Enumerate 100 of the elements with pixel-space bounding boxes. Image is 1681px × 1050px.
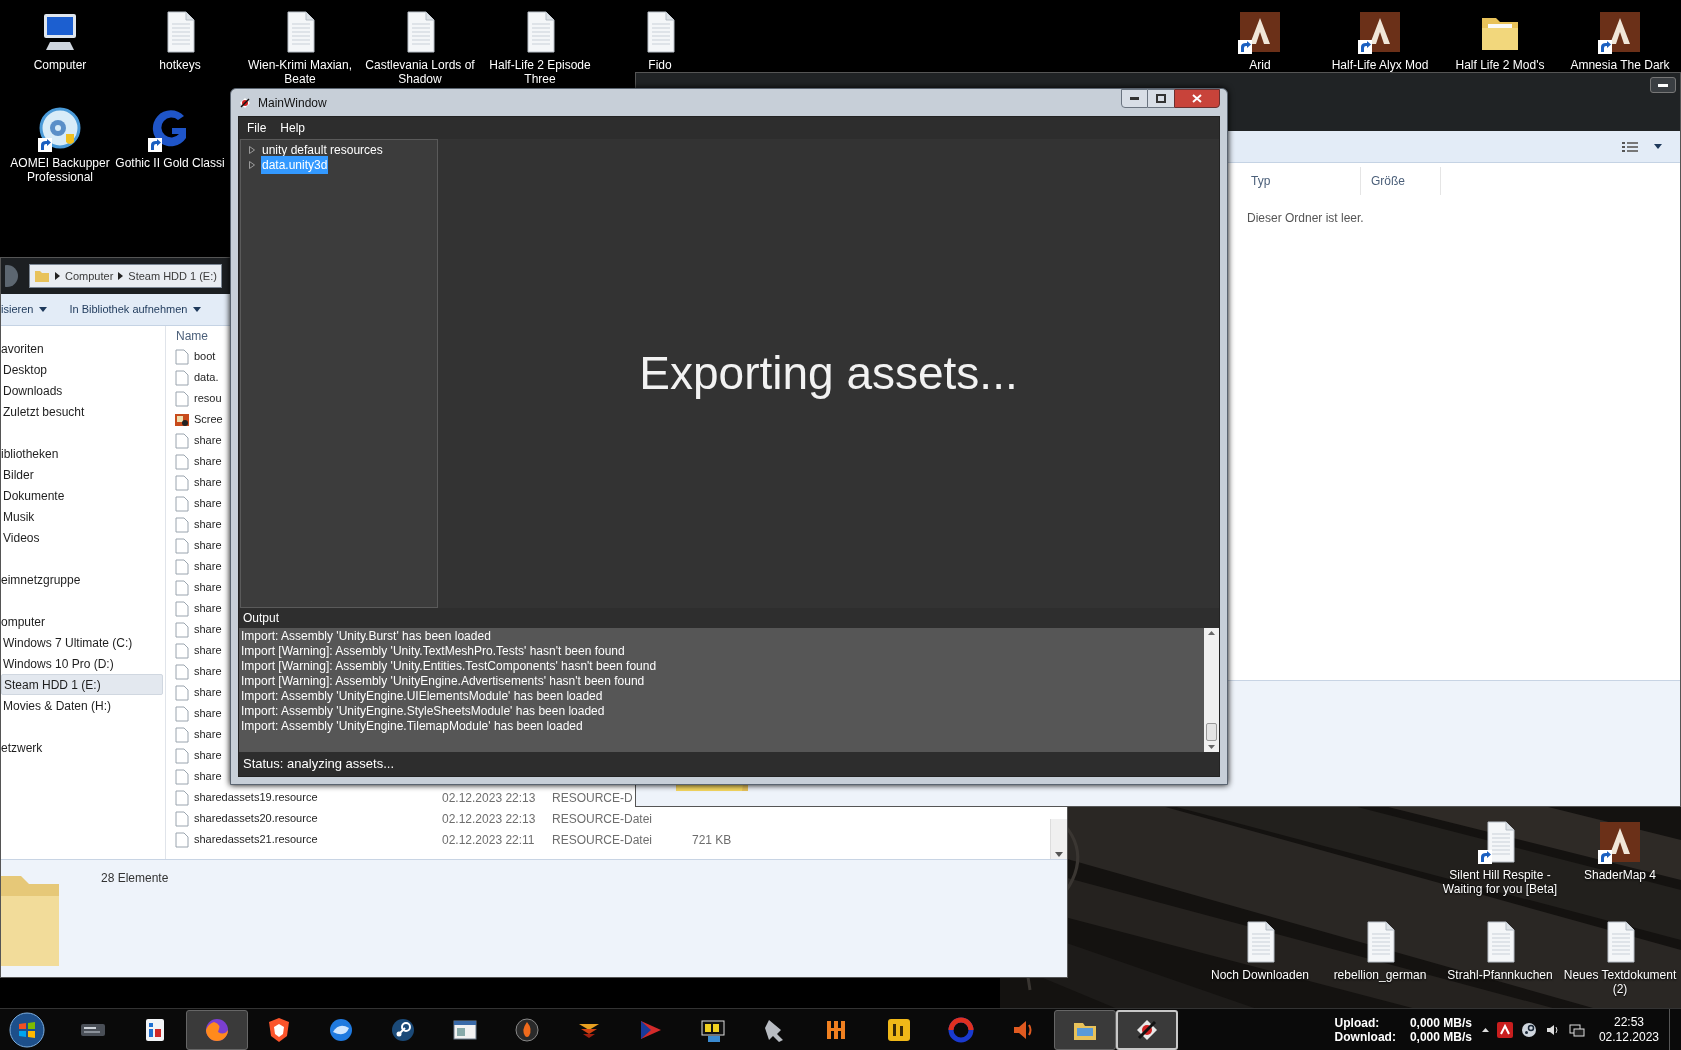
file-name[interactable]: share [194, 474, 222, 491]
nav-group[interactable]: omputer [1, 611, 165, 632]
nav-item[interactable]: Windows 7 Ultimate (C:) [1, 632, 163, 653]
nav-item[interactable]: Steam HDD 1 (E:) [1, 674, 163, 695]
icon-label: Computer [33, 58, 87, 72]
file-name[interactable]: share [194, 432, 222, 449]
minimize-button[interactable] [1121, 89, 1148, 108]
file-name[interactable]: share [194, 663, 222, 680]
icon-label: Gothic II Gold Classi [115, 156, 225, 170]
file-icon [174, 663, 190, 680]
taskbar-button[interactable] [186, 1009, 248, 1050]
net-label: Upload: [1334, 1015, 1381, 1030]
net-label: Download: [1334, 1029, 1396, 1044]
expander-icon[interactable] [249, 145, 255, 154]
net-speed: 0,000 MB/s [1409, 1015, 1472, 1030]
file-name[interactable]: share [194, 558, 222, 575]
icon-label: Amnesia The Dark [1570, 58, 1670, 72]
menu-item[interactable]: File [247, 119, 267, 137]
nav-item[interactable]: Desktop [1, 359, 163, 380]
expander-icon[interactable] [249, 160, 255, 169]
nav-item[interactable]: Movies & Daten (H:) [1, 695, 163, 716]
maximize-button[interactable] [1148, 89, 1174, 108]
file-name[interactable]: share [194, 705, 222, 722]
progress-message: Exporting assets... [639, 346, 1018, 401]
file-icon [174, 705, 190, 722]
scroll-down-icon[interactable] [1208, 745, 1215, 749]
nav-item[interactable]: Zuletzt besucht [1, 401, 163, 422]
nav-group[interactable]: avoriten [1, 338, 165, 359]
scroll-up-icon[interactable] [1208, 631, 1215, 635]
file-name[interactable]: resou [194, 390, 222, 407]
file-icon [174, 600, 190, 617]
file-name[interactable]: share [194, 600, 222, 617]
breadcrumb[interactable]: Computer [65, 267, 114, 285]
app-icon [238, 95, 252, 110]
column-header[interactable]: Größe [1361, 167, 1441, 195]
column-header[interactable]: Name [174, 327, 208, 345]
icon-label: Half Life 2 Mod's [1455, 58, 1545, 72]
toolbar-button[interactable]: isieren [1, 301, 48, 318]
file-name[interactable]: share [194, 768, 222, 785]
file-name[interactable]: share [194, 495, 222, 512]
breadcrumb[interactable]: Steam HDD 1 (E:) [128, 267, 217, 285]
taskbar-button[interactable] [1116, 1009, 1178, 1050]
address-bar[interactable]: Computer Steam HDD 1 (E:) [29, 264, 222, 288]
file-name[interactable]: share [194, 537, 222, 554]
nav-group[interactable]: ibliotheken [1, 443, 165, 464]
file-name[interactable]: data. [194, 369, 219, 386]
chevron-up-icon[interactable] [1481, 1027, 1489, 1032]
maximize-icon [1156, 94, 1166, 103]
column-header[interactable]: Typ [1241, 167, 1361, 195]
file-name[interactable]: share [194, 621, 222, 638]
view-options-icon[interactable] [1622, 140, 1638, 153]
file-name[interactable]: sharedassets21.resource [194, 831, 318, 848]
file-name[interactable]: sharedassets20.resource [194, 810, 318, 827]
network-icon[interactable] [1568, 1021, 1585, 1038]
clock-date[interactable]: 02.12.2023 [1598, 1029, 1659, 1045]
scroll-thumb[interactable] [1206, 723, 1217, 741]
file-icon [174, 558, 190, 575]
image-file-icon [174, 411, 190, 428]
taskbar-button[interactable] [1054, 1009, 1116, 1050]
scrollbar[interactable] [1204, 628, 1219, 752]
file-name[interactable]: share [194, 684, 222, 701]
nav-item[interactable]: Windows 10 Pro (D:) [1, 653, 163, 674]
menu-item[interactable]: Help [280, 119, 306, 137]
file-name[interactable]: share [194, 726, 222, 743]
icon-label: Castlevania Lords of Shadow [364, 58, 476, 86]
nav-group[interactable]: eimnetzgruppe [1, 569, 165, 590]
nav-item[interactable]: Dokumente [1, 485, 163, 506]
scrollbar[interactable] [1050, 819, 1067, 859]
file-name[interactable]: share [194, 642, 222, 659]
log-line: Import: Assembly 'UnityEngine.UIElementsModule' has been loaded [241, 689, 604, 704]
nav-item[interactable]: Videos [1, 527, 163, 548]
window-title: MainWindow [258, 94, 328, 112]
scroll-down-icon[interactable] [1055, 852, 1063, 857]
icon-label: Arid [1249, 58, 1271, 72]
nav-item[interactable]: Downloads [1, 380, 163, 401]
minimize-button[interactable] [1650, 77, 1676, 93]
file-name[interactable]: share [194, 747, 222, 764]
file-name[interactable]: sharedassets19.resource [194, 789, 318, 806]
file-name[interactable]: Scree [194, 411, 223, 428]
panel-title: Output [243, 610, 280, 627]
log-line: Import [Warning]: Assembly 'Unity.Entities.TestComponents' hasn't been found [241, 659, 658, 674]
minimize-icon [1130, 97, 1139, 100]
back-button-icon[interactable] [5, 264, 21, 288]
nav-item[interactable]: Bilder [1, 464, 163, 485]
file-name[interactable]: boot [194, 348, 216, 365]
toolbar-button[interactable]: In Bibliothek aufnehmen [69, 301, 202, 318]
icon-label: Wien-Krimi Maxian, Beate [247, 58, 353, 86]
icon-label: Neues Textdokument (2) [1562, 968, 1678, 996]
close-button[interactable] [1174, 89, 1220, 108]
file-name[interactable]: share [194, 516, 222, 533]
nav-group[interactable]: etzwerk [1, 737, 165, 758]
flame-icon [513, 1015, 541, 1044]
tray-app-icon[interactable] [1496, 1021, 1513, 1038]
log-line: Import: Assembly 'UnityEngine.StyleSheetsModule' has been loaded [241, 704, 606, 719]
item-count: 28 Elemente [101, 870, 169, 887]
file-name[interactable]: share [194, 453, 222, 470]
nav-item[interactable]: Musik [1, 506, 163, 527]
file-icon [174, 684, 190, 701]
clock-time[interactable]: 22:53 [1613, 1014, 1644, 1030]
file-name[interactable]: share [194, 579, 222, 596]
